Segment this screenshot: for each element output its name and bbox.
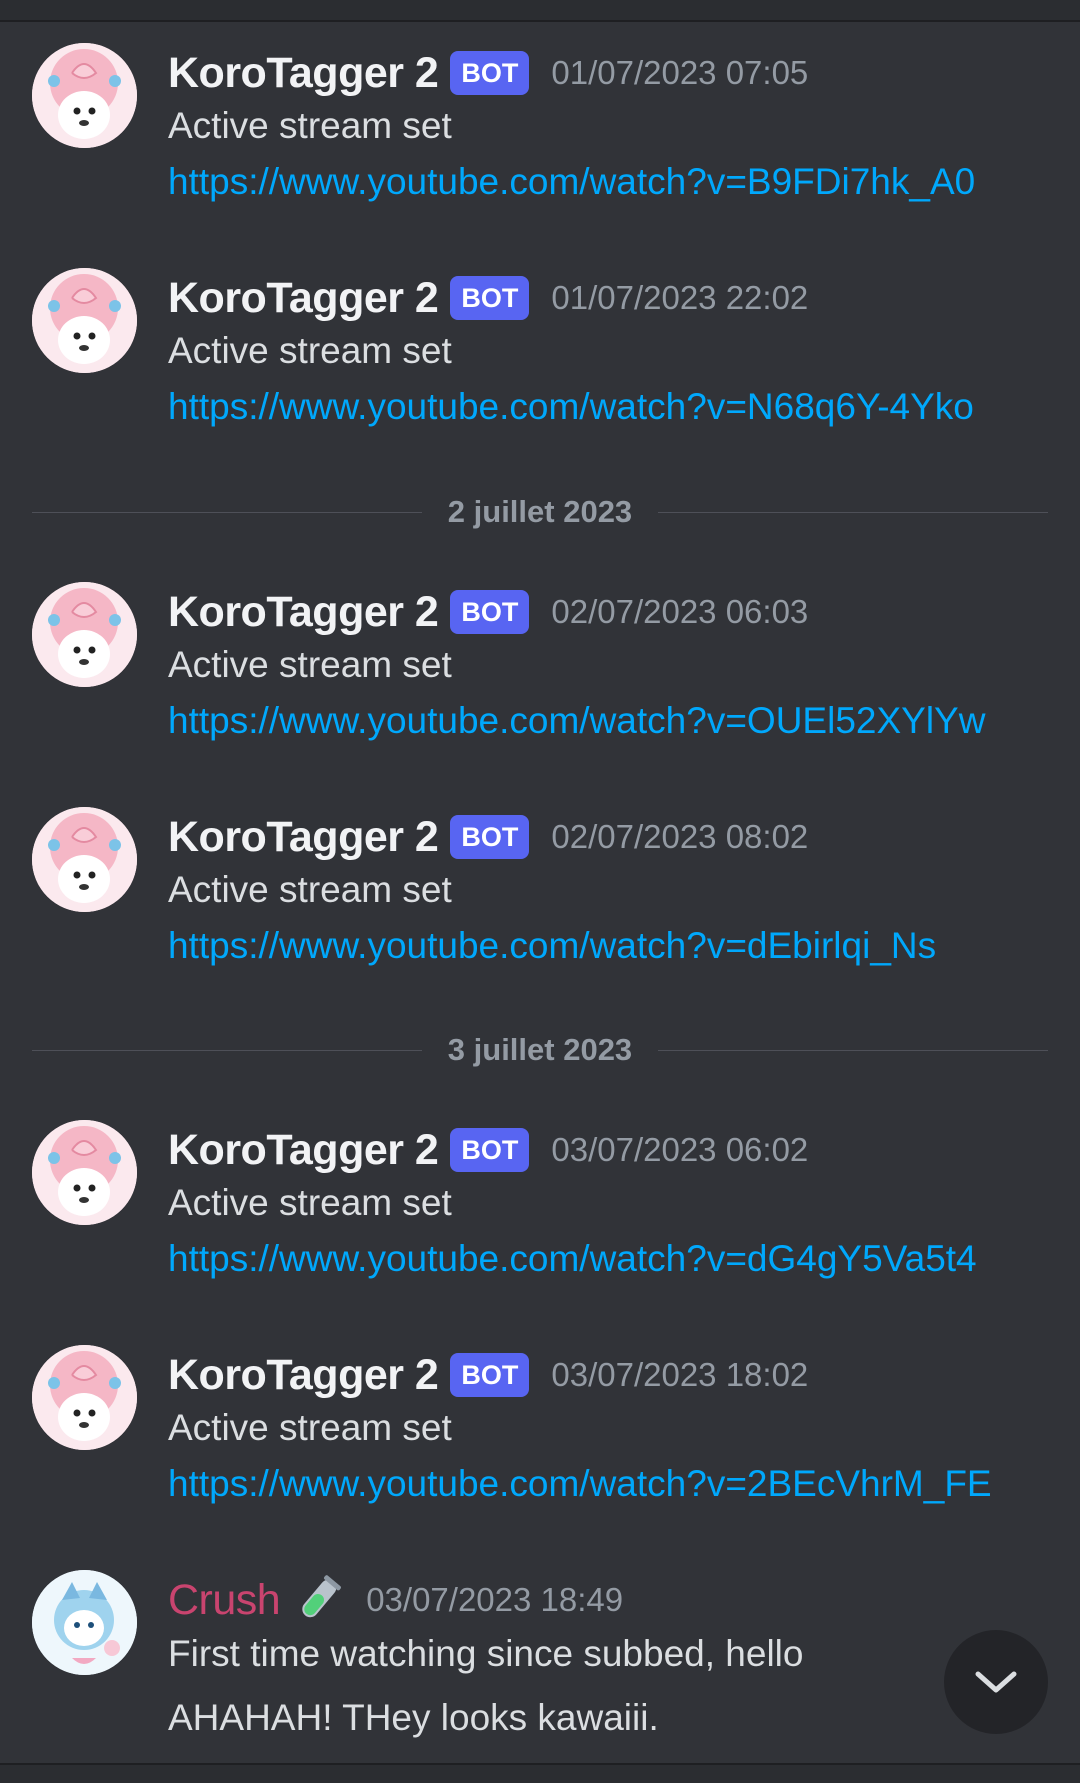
timestamp: 02/07/2023 08:02 (551, 818, 809, 855)
avatar-korotagger[interactable] (32, 1345, 137, 1450)
message[interactable]: Crush 03/07/2023 18:49 First time watchi… (0, 1570, 1080, 1760)
timestamp: 02/07/2023 06:03 (551, 593, 809, 630)
message-text: Active stream set (168, 1182, 452, 1223)
message-header: KoroTagger 2 BOT 02/07/2023 08:02 (168, 807, 808, 867)
message[interactable]: KoroTagger 2 BOT 01/07/2023 07:05 Active… (0, 43, 1080, 213)
message-text: Active stream set (168, 330, 452, 371)
author-name[interactable]: Crush (168, 1576, 281, 1625)
bot-tag: BOT (450, 590, 530, 634)
avatar-image (32, 1570, 137, 1675)
message-text: Active stream set (168, 105, 452, 146)
author-name[interactable]: KoroTagger 2 (168, 1351, 439, 1400)
divider-line (658, 512, 1048, 513)
scroll-to-bottom-button[interactable] (944, 1630, 1048, 1734)
timestamp: 03/07/2023 18:49 (366, 1581, 624, 1618)
avatar-image (32, 582, 137, 687)
message[interactable]: KoroTagger 2 BOT 03/07/2023 06:02 Active… (0, 1120, 1080, 1290)
message-link[interactable]: https://www.youtube.com/watch?v=OUEl52XY… (168, 696, 985, 746)
avatar-image (32, 807, 137, 912)
avatar-image (32, 43, 137, 148)
message[interactable]: KoroTagger 2 BOT 02/07/2023 08:02 Active… (0, 807, 1080, 977)
message-link[interactable]: https://www.youtube.com/watch?v=dG4gY5Va… (168, 1234, 977, 1284)
timestamp: 01/07/2023 22:02 (551, 279, 809, 316)
message-text: Active stream set (168, 1407, 452, 1448)
author-name[interactable]: KoroTagger 2 (168, 274, 439, 323)
date-divider: 3 juillet 2023 (32, 1030, 1048, 1070)
author-name[interactable]: KoroTagger 2 (168, 49, 439, 98)
avatar-korotagger[interactable] (32, 1120, 137, 1225)
timestamp: 01/07/2023 07:05 (551, 54, 809, 91)
bot-tag: BOT (450, 815, 530, 859)
avatar-korotagger[interactable] (32, 807, 137, 912)
author-name[interactable]: KoroTagger 2 (168, 813, 439, 862)
message-link[interactable]: https://www.youtube.com/watch?v=dEbirlqi… (168, 921, 936, 971)
message-header: KoroTagger 2 BOT 03/07/2023 18:02 (168, 1345, 808, 1405)
bot-tag: BOT (450, 1353, 530, 1397)
chevron-down-icon (975, 1671, 1017, 1693)
message-link[interactable]: https://www.youtube.com/watch?v=2BEcVhrM… (168, 1459, 992, 1509)
avatar-korotagger[interactable] (32, 268, 137, 373)
avatar-korotagger[interactable] (32, 582, 137, 687)
message-text: Active stream set (168, 869, 452, 910)
bottom-bar (0, 1763, 1080, 1783)
bot-tag: BOT (450, 1128, 530, 1172)
avatar-image (32, 268, 137, 373)
message[interactable]: KoroTagger 2 BOT 01/07/2023 22:02 Active… (0, 268, 1080, 438)
timestamp: 03/07/2023 06:02 (551, 1131, 809, 1168)
message-text: First time watching since subbed, hello … (168, 1633, 804, 1738)
message-header: KoroTagger 2 BOT 01/07/2023 07:05 (168, 43, 808, 103)
author-name[interactable]: KoroTagger 2 (168, 588, 439, 637)
avatar-korotagger[interactable] (32, 43, 137, 148)
message-header: KoroTagger 2 BOT 03/07/2023 06:02 (168, 1120, 808, 1180)
divider-line (658, 1050, 1048, 1051)
message-header: KoroTagger 2 BOT 02/07/2023 06:03 (168, 582, 808, 642)
message-link[interactable]: https://www.youtube.com/watch?v=B9FDi7hk… (168, 157, 975, 207)
message[interactable]: KoroTagger 2 BOT 03/07/2023 18:02 Active… (0, 1345, 1080, 1515)
message-header: KoroTagger 2 BOT 01/07/2023 22:02 (168, 268, 808, 328)
top-bar (0, 0, 1080, 22)
message-link[interactable]: https://www.youtube.com/watch?v=N68q6Y-4… (168, 382, 974, 432)
timestamp: 03/07/2023 18:02 (551, 1356, 809, 1393)
avatar-image (32, 1345, 137, 1450)
message-header: Crush 03/07/2023 18:49 (168, 1570, 623, 1630)
bot-tag: BOT (450, 51, 530, 95)
test-tube-icon (302, 1575, 342, 1618)
avatar-crush[interactable] (32, 1570, 137, 1675)
message-text: Active stream set (168, 644, 452, 685)
chat-screen: KoroTagger 2 BOT 01/07/2023 07:05 Active… (0, 0, 1080, 1783)
message[interactable]: KoroTagger 2 BOT 02/07/2023 06:03 Active… (0, 582, 1080, 752)
bot-tag: BOT (450, 276, 530, 320)
date-divider: 2 juillet 2023 (32, 492, 1048, 532)
avatar-image (32, 1120, 137, 1225)
author-name[interactable]: KoroTagger 2 (168, 1126, 439, 1175)
